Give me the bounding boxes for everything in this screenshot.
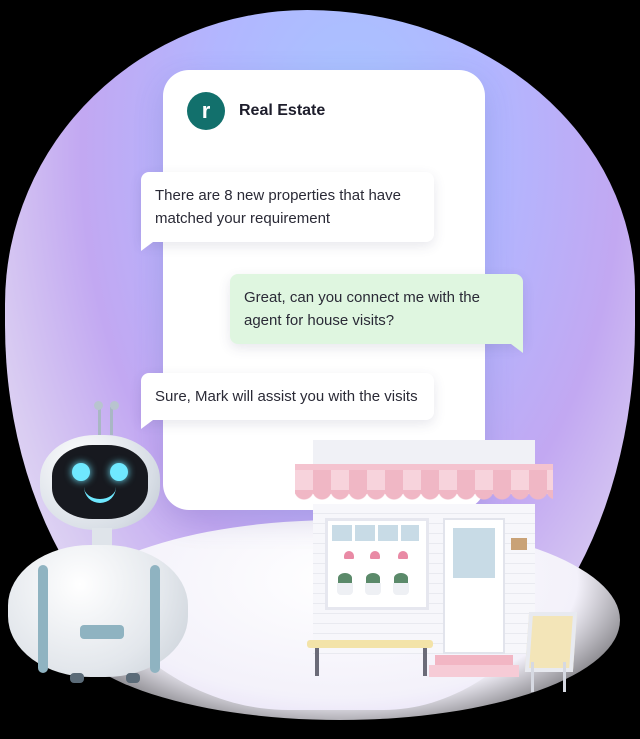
robot-band xyxy=(38,565,48,673)
lamp-icon xyxy=(398,551,408,559)
storefront-illustration xyxy=(295,440,578,692)
door-step xyxy=(429,665,519,677)
robot-eye xyxy=(110,463,128,481)
door-window xyxy=(453,528,495,578)
window-pane xyxy=(401,525,419,541)
plant-pot xyxy=(365,583,381,595)
robot-smile xyxy=(84,485,116,503)
robot-face xyxy=(52,445,148,519)
antenna-tip xyxy=(110,401,119,410)
store-door xyxy=(443,518,505,654)
robot-body xyxy=(8,545,188,677)
sign-leg xyxy=(531,662,534,692)
avatar-glyph: r xyxy=(201,98,211,123)
plant-leaves xyxy=(338,573,352,583)
antenna-tip xyxy=(94,401,103,410)
robot-mascot xyxy=(0,395,210,695)
bot-message: There are 8 new properties that have mat… xyxy=(141,172,434,251)
robot-antenna xyxy=(98,407,101,435)
bench xyxy=(307,640,433,648)
bench-leg xyxy=(423,648,427,676)
bench-leg xyxy=(315,648,319,676)
store-roof xyxy=(313,440,535,464)
chat-header: r Real Estate xyxy=(187,92,325,130)
robot-wheel xyxy=(126,673,140,683)
plant-leaves xyxy=(394,573,408,583)
user-message: Great, can you connect me with the agent… xyxy=(230,274,523,353)
plant-pot xyxy=(393,583,409,595)
store-window xyxy=(325,518,429,610)
plant-pot xyxy=(337,583,353,595)
robot-band xyxy=(150,565,160,673)
window-pane xyxy=(332,525,352,541)
lamp-icon xyxy=(344,551,354,559)
robot-antenna xyxy=(110,407,113,435)
door-step xyxy=(435,655,513,665)
awning-edge xyxy=(295,490,553,504)
robot-wheel xyxy=(70,673,84,683)
chat-avatar: r xyxy=(187,92,225,130)
store-plaque xyxy=(511,538,527,550)
robot-slot xyxy=(80,625,124,639)
robot-eye xyxy=(72,463,90,481)
sign-leg xyxy=(563,662,566,692)
window-pane xyxy=(355,525,375,541)
lamp-icon xyxy=(370,551,380,559)
window-pane xyxy=(378,525,398,541)
chat-title: Real Estate xyxy=(239,102,326,119)
hero-illustration: r Real Estate There are 8 new properties… xyxy=(0,0,640,739)
plant-leaves xyxy=(366,573,380,583)
